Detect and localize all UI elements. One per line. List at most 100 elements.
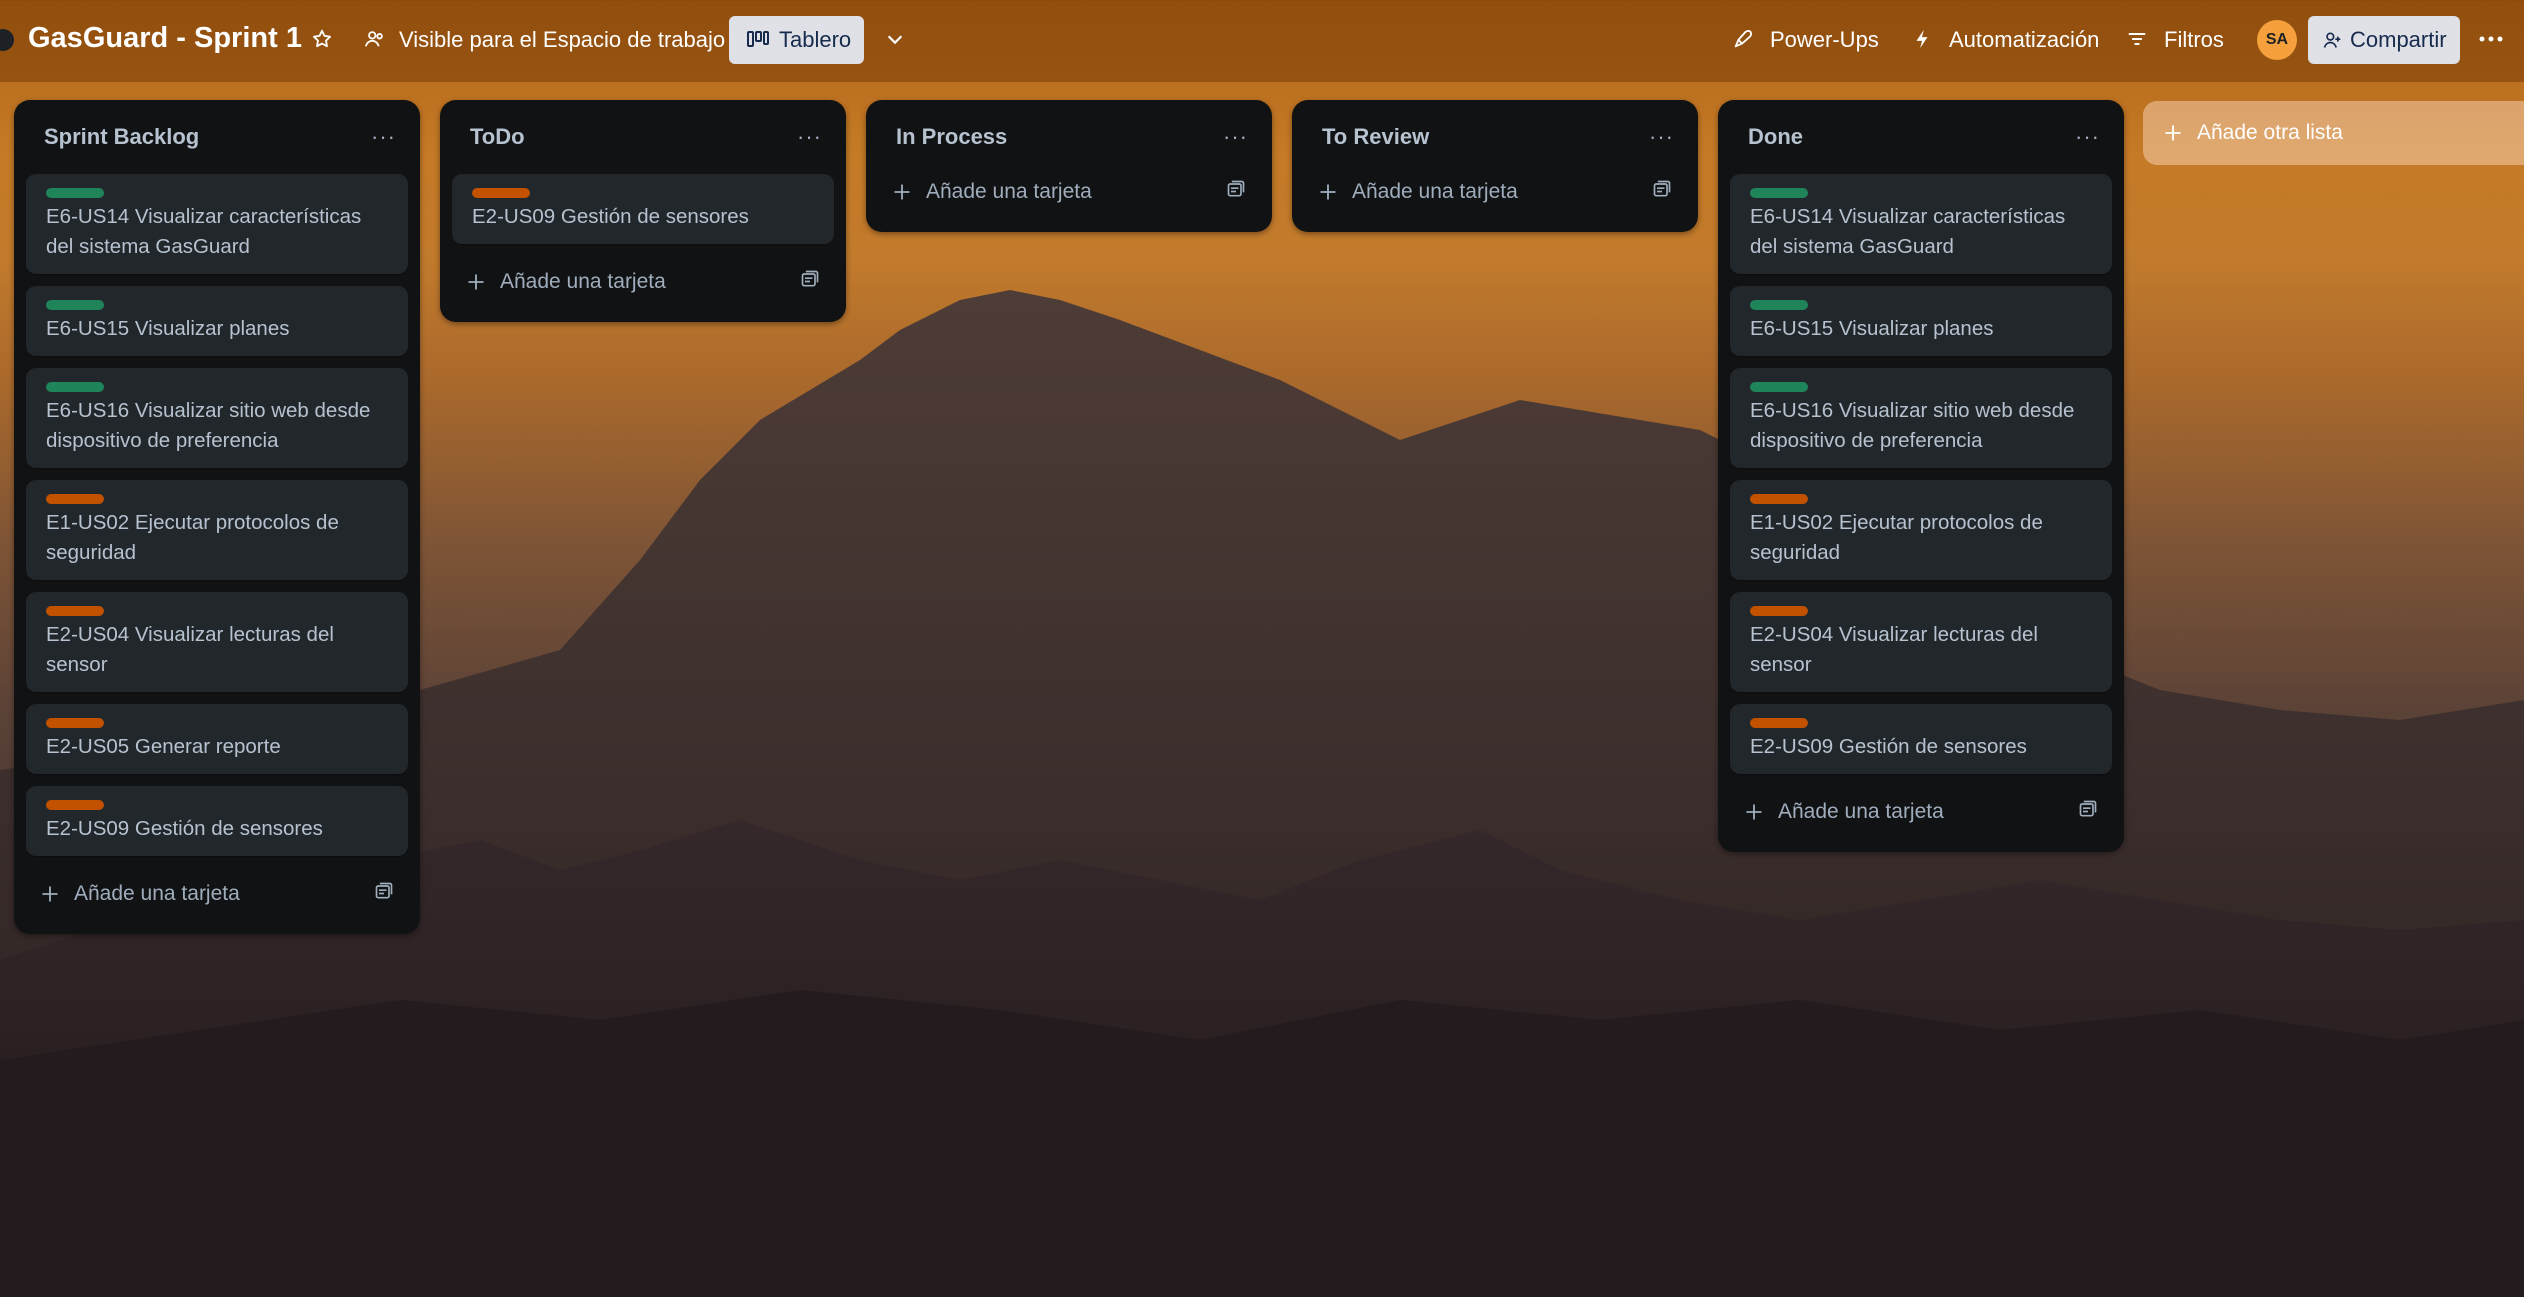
template-icon[interactable] — [800, 269, 820, 295]
star-icon[interactable] — [307, 24, 337, 54]
card-label-orange[interactable] — [46, 606, 104, 616]
card[interactable]: E1-US02 Ejecutar protocolos de seguridad — [26, 480, 408, 580]
add-card-button[interactable]: Añade una tarjeta — [1304, 164, 1686, 220]
list-sprint-backlog: Sprint Backlog ··· E6-US14 Visualizar cara… — [14, 100, 420, 934]
list-todo: ToDo ··· E2-US09 Gestión de sensores Añade … — [440, 100, 846, 322]
list-in-process: In Process ··· Añade una tarjeta — [866, 100, 1272, 232]
card[interactable]: E2-US05 Generar reporte — [26, 704, 408, 774]
list-menu-icon[interactable]: ··· — [1649, 124, 1674, 150]
automation-button[interactable]: Automatización — [1949, 27, 2099, 53]
card-title: E6-US16 Visualizar sitio web desde dispo… — [46, 399, 371, 452]
board-view-icon — [747, 31, 769, 47]
visibility-icon[interactable] — [360, 24, 390, 54]
workspace-icon — [0, 29, 14, 51]
card[interactable]: E1-US02 Ejecutar protocolos de seguridad — [1730, 480, 2112, 580]
card-label-orange[interactable] — [1750, 606, 1808, 616]
card[interactable]: E6-US15 Visualizar planes — [1730, 286, 2112, 356]
lightning-icon — [1907, 24, 1937, 54]
plus-icon — [894, 184, 910, 200]
list-header: ToDo ··· — [452, 112, 834, 162]
card-label-orange[interactable] — [46, 718, 104, 728]
card-label-green[interactable] — [46, 382, 104, 392]
card[interactable]: E2-US04 Visualizar lecturas del sensor — [26, 592, 408, 692]
filters-button[interactable]: Filtros — [2164, 27, 2224, 53]
card-label-green[interactable] — [1750, 300, 1808, 310]
card-label-orange[interactable] — [1750, 494, 1808, 504]
board-title[interactable]: GasGuard - Sprint 1 — [28, 22, 302, 55]
card[interactable]: E6-US15 Visualizar planes — [26, 286, 408, 356]
board-view-button[interactable]: Tablero — [729, 16, 864, 64]
list-title[interactable]: Done — [1748, 124, 1803, 150]
list-title[interactable]: In Process — [896, 124, 1007, 150]
add-card-button[interactable]: Añade una tarjeta — [26, 866, 408, 922]
list-done: Done ··· E6-US14 Visualizar característica… — [1718, 100, 2124, 852]
card-label-green[interactable] — [1750, 188, 1808, 198]
card[interactable]: E6-US16 Visualizar sitio web desde dispo… — [26, 368, 408, 468]
add-card-button[interactable]: Añade una tarjeta — [1730, 784, 2112, 840]
board-header: GasGuard - Sprint 1 Visible para el Espa… — [0, 0, 2524, 82]
card[interactable]: E2-US09 Gestión de sensores — [1730, 704, 2112, 774]
share-button[interactable]: Compartir — [2308, 16, 2460, 64]
list-header: Done ··· — [1730, 112, 2112, 162]
visibility-button[interactable]: Visible para el Espacio de trabajo — [399, 27, 725, 53]
card-title: E2-US09 Gestión de sensores — [46, 817, 323, 840]
template-icon[interactable] — [1652, 179, 1672, 205]
plus-icon — [1320, 184, 1336, 200]
template-icon[interactable] — [2078, 799, 2098, 825]
card-title: E1-US02 Ejecutar protocolos de seguridad — [46, 511, 339, 564]
add-list-button[interactable]: Añade otra lista — [2143, 101, 2524, 165]
card-title: E6-US14 Visualizar características del s… — [46, 205, 362, 258]
card[interactable]: E2-US09 Gestión de sensores — [452, 174, 834, 244]
plus-icon — [42, 886, 58, 902]
card-label-green[interactable] — [1750, 382, 1808, 392]
add-card-left: Añade una tarjeta — [1744, 800, 1944, 824]
card-title: E2-US04 Visualizar lecturas del sensor — [1750, 623, 2038, 676]
add-card-label: Añade una tarjeta — [1352, 180, 1518, 203]
list-menu-icon[interactable]: ··· — [371, 124, 396, 150]
rocket-icon — [1728, 24, 1758, 54]
add-card-left: Añade una tarjeta — [892, 180, 1092, 204]
card[interactable]: E6-US14 Visualizar características del s… — [1730, 174, 2112, 274]
card[interactable]: E2-US09 Gestión de sensores — [26, 786, 408, 856]
list-menu-icon[interactable]: ··· — [797, 124, 822, 150]
card-label-orange[interactable] — [46, 800, 104, 810]
card-title: E6-US14 Visualizar características del s… — [1750, 205, 2066, 258]
add-list-label: Añade otra lista — [2197, 121, 2343, 144]
card[interactable]: E6-US16 Visualizar sitio web desde dispo… — [1730, 368, 2112, 468]
avatar[interactable]: SA — [2257, 20, 2297, 60]
add-card-button[interactable]: Añade una tarjeta — [452, 254, 834, 310]
more-icon[interactable] — [2476, 24, 2506, 54]
card-title: E2-US09 Gestión de sensores — [1750, 735, 2027, 758]
add-card-label: Añade una tarjeta — [926, 180, 1092, 203]
card[interactable]: E2-US04 Visualizar lecturas del sensor — [1730, 592, 2112, 692]
list-menu-icon[interactable]: ··· — [2075, 124, 2100, 150]
add-card-left: Añade una tarjeta — [1318, 180, 1518, 204]
card-label-orange[interactable] — [46, 494, 104, 504]
powerups-button[interactable]: Power-Ups — [1770, 27, 1879, 53]
card-label-orange[interactable] — [472, 188, 530, 198]
list-to-review: To Review ··· Añade una tarjeta — [1292, 100, 1698, 232]
chevron-down-icon[interactable] — [880, 24, 910, 54]
list-header: In Process ··· — [878, 112, 1260, 162]
template-icon[interactable] — [374, 881, 394, 907]
add-card-left: Añade una tarjeta — [40, 882, 240, 906]
card-title: E2-US05 Generar reporte — [46, 735, 281, 758]
template-icon[interactable] — [1226, 179, 1246, 205]
card-label-green[interactable] — [46, 300, 104, 310]
list-title[interactable]: Sprint Backlog — [44, 124, 199, 150]
add-card-button[interactable]: Añade una tarjeta — [878, 164, 1260, 220]
card-title: E6-US15 Visualizar planes — [46, 317, 290, 340]
card-label-green[interactable] — [46, 188, 104, 198]
card-label-orange[interactable] — [1750, 718, 1808, 728]
list-title[interactable]: ToDo — [470, 124, 525, 150]
card[interactable]: E6-US14 Visualizar características del s… — [26, 174, 408, 274]
list-title[interactable]: To Review — [1322, 124, 1429, 150]
add-card-label: Añade una tarjeta — [500, 270, 666, 293]
filter-icon — [2122, 24, 2152, 54]
card-title: E2-US04 Visualizar lecturas del sensor — [46, 623, 334, 676]
plus-icon — [1746, 804, 1762, 820]
board-view-label: Tablero — [779, 27, 852, 52]
card-title: E1-US02 Ejecutar protocolos de seguridad — [1750, 511, 2043, 564]
list-menu-icon[interactable]: ··· — [1223, 124, 1248, 150]
card-title: E6-US15 Visualizar planes — [1750, 317, 1994, 340]
